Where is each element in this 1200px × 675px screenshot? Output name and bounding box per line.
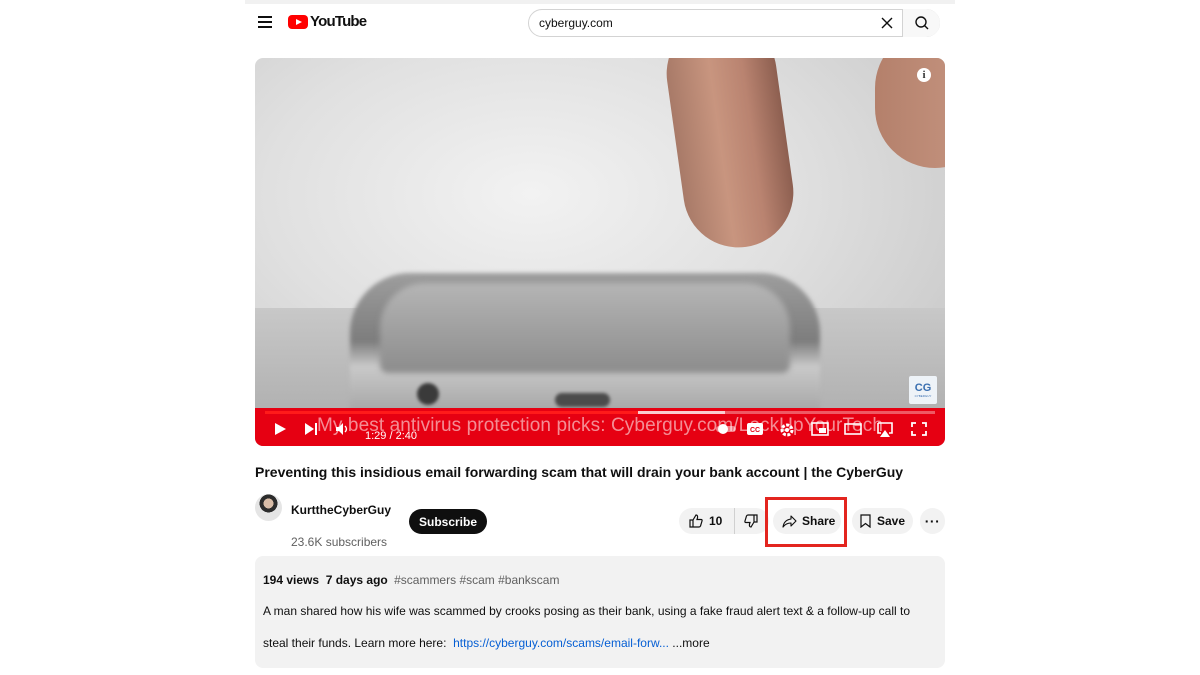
closed-caption-text: My best antivirus protection picks: Cybe…	[317, 415, 883, 436]
youtube-play-icon	[288, 14, 308, 29]
video-title: Preventing this insidious email forwardi…	[255, 464, 904, 480]
subscriber-count: 23.6K subscribers	[291, 535, 388, 549]
airplay-icon[interactable]	[876, 422, 894, 443]
dislike-button[interactable]	[735, 508, 758, 534]
share-highlight-box	[765, 497, 847, 547]
thumbs-down-icon	[744, 514, 758, 528]
miniplayer-icon[interactable]	[811, 422, 829, 441]
description-link[interactable]: https://cyberguy.com/scams/email-forw...	[453, 636, 669, 650]
fullscreen-icon[interactable]	[911, 422, 927, 441]
video-player[interactable]: i CG CYBERGUY My best antivirus protecti…	[255, 58, 945, 446]
channel-name[interactable]: KurttheCyberGuy	[291, 503, 391, 517]
save-button[interactable]: Save	[852, 508, 913, 534]
autoplay-toggle[interactable]	[715, 422, 737, 441]
info-icon[interactable]: i	[917, 68, 931, 82]
progress-bar[interactable]	[265, 411, 935, 414]
youtube-logo[interactable]: YouTube	[288, 13, 367, 30]
volume-icon[interactable]	[335, 422, 351, 441]
time-display: 1:29 / 2:40	[365, 430, 417, 442]
subscribe-button[interactable]: Subscribe	[409, 509, 487, 534]
view-count: 194 views	[263, 573, 320, 587]
search-input[interactable]	[539, 14, 869, 32]
settings-icon[interactable]	[779, 422, 795, 443]
hashtags[interactable]: #scammers #scam #bankscam	[394, 573, 559, 587]
play-icon[interactable]	[273, 422, 287, 441]
channel-watermark[interactable]: CG CYBERGUY	[909, 376, 937, 404]
description-meta: 194 views 7 days ago #scammers #scam #ba…	[263, 573, 559, 587]
channel-avatar[interactable]	[255, 494, 282, 521]
clear-search-icon[interactable]	[879, 15, 895, 31]
upload-age: 7 days ago	[325, 573, 388, 587]
save-label: Save	[877, 514, 906, 528]
description-line-2: steal their funds. Learn more here: http…	[263, 636, 710, 650]
menu-icon[interactable]	[258, 16, 272, 28]
like-dislike-group: 10	[679, 508, 769, 534]
logo-text: YouTube	[310, 13, 367, 30]
more-actions-button[interactable]: ···	[920, 508, 945, 534]
search-icon	[914, 16, 928, 30]
captions-icon[interactable]: CC	[746, 422, 764, 441]
search-bar	[528, 9, 940, 37]
thumbs-up-icon	[689, 514, 703, 528]
show-more-button[interactable]: ...more	[672, 636, 709, 650]
theater-mode-icon[interactable]	[844, 422, 862, 441]
progress-fill	[265, 411, 638, 414]
search-button[interactable]	[902, 9, 940, 37]
description-line-2-text: steal their funds. Learn more here:	[263, 636, 447, 650]
like-button[interactable]: 10	[679, 508, 735, 534]
watermark-logo-icon: CG	[914, 382, 932, 394]
watermark-label: CYBERGUY	[914, 394, 932, 398]
svg-text:CC: CC	[750, 427, 760, 434]
next-icon[interactable]	[304, 422, 318, 441]
bookmark-icon	[860, 514, 871, 528]
top-divider	[245, 0, 955, 4]
video-frame-finger	[659, 58, 801, 255]
like-count: 10	[709, 514, 723, 528]
description-box[interactable]: 194 views 7 days ago #scammers #scam #ba…	[255, 556, 945, 668]
description-line-1: A man shared how his wife was scammed by…	[263, 604, 910, 618]
